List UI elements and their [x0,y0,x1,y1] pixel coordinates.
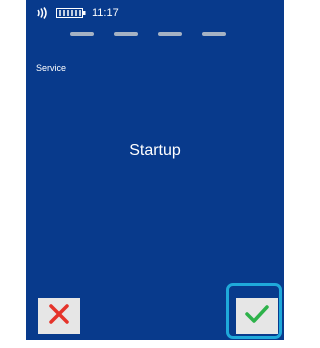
confirm-focus-highlight [226,283,282,339]
battery-icon [56,8,86,18]
menu-label: Service [36,63,67,73]
contactless-icon [36,7,50,19]
screen-title: Startup [129,142,181,159]
progress-indicator [70,32,226,36]
progress-dash [114,32,138,36]
cancel-button[interactable] [38,298,80,334]
progress-dash [158,32,182,36]
progress-dash [70,32,94,36]
clock: 11:17 [92,7,119,19]
progress-dash [202,32,226,36]
status-bar: 11:17 [36,6,119,20]
close-icon [48,303,70,330]
